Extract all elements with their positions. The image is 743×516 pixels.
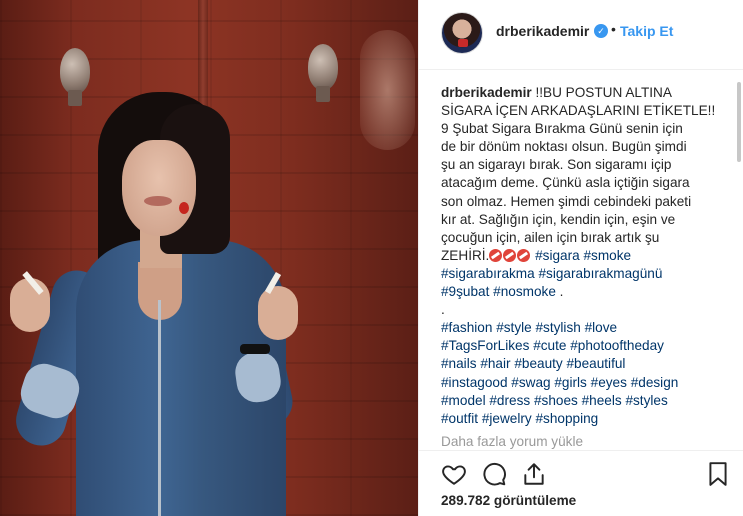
hashtag-block: #fashion #style #stylish #love #TagsForLi… <box>441 319 731 428</box>
hashtag-link[interactable]: #beauty <box>514 356 562 371</box>
no-smoking-icon <box>517 248 531 262</box>
hashtag-link[interactable]: #outfit <box>441 411 478 426</box>
caption-suffix: . <box>555 284 564 300</box>
hashtag-link[interactable]: #sigara <box>535 248 580 263</box>
hashtag-row: #model #dress #shoes #heels #styles <box>441 392 731 410</box>
header-username[interactable]: drberikademir <box>496 23 589 39</box>
caption-period: . <box>441 302 445 318</box>
hashtag-link[interactable]: #smoke <box>584 248 632 263</box>
avatar[interactable] <box>441 12 483 54</box>
hashtag-link[interactable]: #stylish <box>535 320 580 335</box>
hashtag-link[interactable]: #shoes <box>534 393 578 408</box>
heart-icon[interactable] <box>441 461 467 487</box>
no-smoking-icon <box>503 248 517 262</box>
verified-badge-icon: ✓ <box>594 24 608 38</box>
hashtag-link[interactable]: #instagood <box>441 375 508 390</box>
hashtag-link[interactable]: #girls <box>554 375 586 390</box>
hashtag-link[interactable]: #swag <box>511 375 550 390</box>
caption-line: de bir dönüm noktası olsun. Bugün şimdi <box>441 139 687 155</box>
hashtag-link[interactable]: #jewelry <box>482 411 532 426</box>
hashtag-link[interactable]: #9şubat <box>441 284 489 299</box>
hashtag-link[interactable]: #TagsForLikes <box>441 338 529 353</box>
hashtag-row: #instagood #swag #girls #eyes #design <box>441 374 731 392</box>
caption-line: son olmaz. Hemen şimdi cebindeki paketi <box>441 193 692 209</box>
caption-line: çocuğun için, ailen için bırak artık şu <box>441 229 660 245</box>
hashtag-link[interactable]: #styles <box>625 393 667 408</box>
hashtag-link[interactable]: #style <box>496 320 532 335</box>
post-media-video[interactable] <box>0 0 418 516</box>
hashtag-link[interactable]: #love <box>585 320 618 335</box>
wrist-watch <box>240 344 270 354</box>
hashtag-link[interactable]: #beautiful <box>566 356 625 371</box>
caption-line: şu an sigarayı bırak. Son sigaramı içip <box>441 157 672 173</box>
no-smoking-icon <box>489 248 503 262</box>
hashtag-row: #outfit #jewelry #shopping <box>441 410 731 428</box>
load-more-comments-link[interactable]: Daha fazla yorum yükle <box>441 434 583 449</box>
hashtag-link[interactable]: #design <box>631 375 679 390</box>
hashtag-link[interactable]: #cute <box>533 338 566 353</box>
follow-button[interactable]: Takip Et <box>620 23 673 39</box>
post-caption: drberikademir !!BU POSTUN ALTINA SİGARA … <box>441 84 731 434</box>
hashtag-link[interactable]: #sigarabırakma <box>441 266 535 281</box>
caption-username[interactable]: drberikademir <box>441 85 532 100</box>
hashtag-link[interactable]: #eyes <box>591 375 627 390</box>
bookmark-icon[interactable] <box>705 461 731 487</box>
post-side-panel: drberikademir ✓ • Takip Et drberikademir… <box>418 0 743 516</box>
hashtag-row: #nails #hair #beauty #beautiful <box>441 355 731 373</box>
hashtag-link[interactable]: #sigarabırakmagünü <box>538 266 662 281</box>
comments-scrollbar[interactable] <box>737 82 741 162</box>
share-upload-icon[interactable] <box>521 461 547 487</box>
caption-line: SİGARA İÇEN ARKADAŞLARINI ETİKETLE!! <box>441 103 716 119</box>
caption-line: 9 Şubat Sigara Bırakma Günü senin için <box>441 121 683 137</box>
caption-line: kır at. Sağlığın için, kendin için, eşin… <box>441 211 676 227</box>
caption-line: !!BU POSTUN ALTINA <box>535 85 672 100</box>
caption-line: ZEHİRİ. <box>441 247 490 263</box>
hashtag-link[interactable]: #nails <box>441 356 477 371</box>
hashtag-row: #fashion #style #stylish #love <box>441 319 731 337</box>
comment-bubble-icon[interactable] <box>481 461 507 487</box>
post-header: drberikademir ✓ • Takip Et <box>419 0 743 70</box>
caption-line: atacağım deme. Çünkü asla içtiğin sigara <box>441 175 690 191</box>
hashtag-link[interactable]: #dress <box>489 393 530 408</box>
woman-figure <box>0 0 418 516</box>
action-bar <box>419 450 743 494</box>
hashtag-link[interactable]: #model <box>441 393 486 408</box>
hashtag-link[interactable]: #hair <box>480 356 510 371</box>
hashtag-link[interactable]: #photooftheday <box>570 338 664 353</box>
header-separator: • <box>611 21 616 37</box>
hashtag-link[interactable]: #fashion <box>441 320 492 335</box>
hashtag-link[interactable]: #heels <box>582 393 622 408</box>
hashtag-link[interactable]: #nosmoke <box>493 284 556 299</box>
hashtag-link[interactable]: #shopping <box>535 411 598 426</box>
hashtag-row: #TagsForLikes #cute #photooftheday <box>441 337 731 355</box>
view-count: 289.782 görüntüleme <box>441 493 577 508</box>
